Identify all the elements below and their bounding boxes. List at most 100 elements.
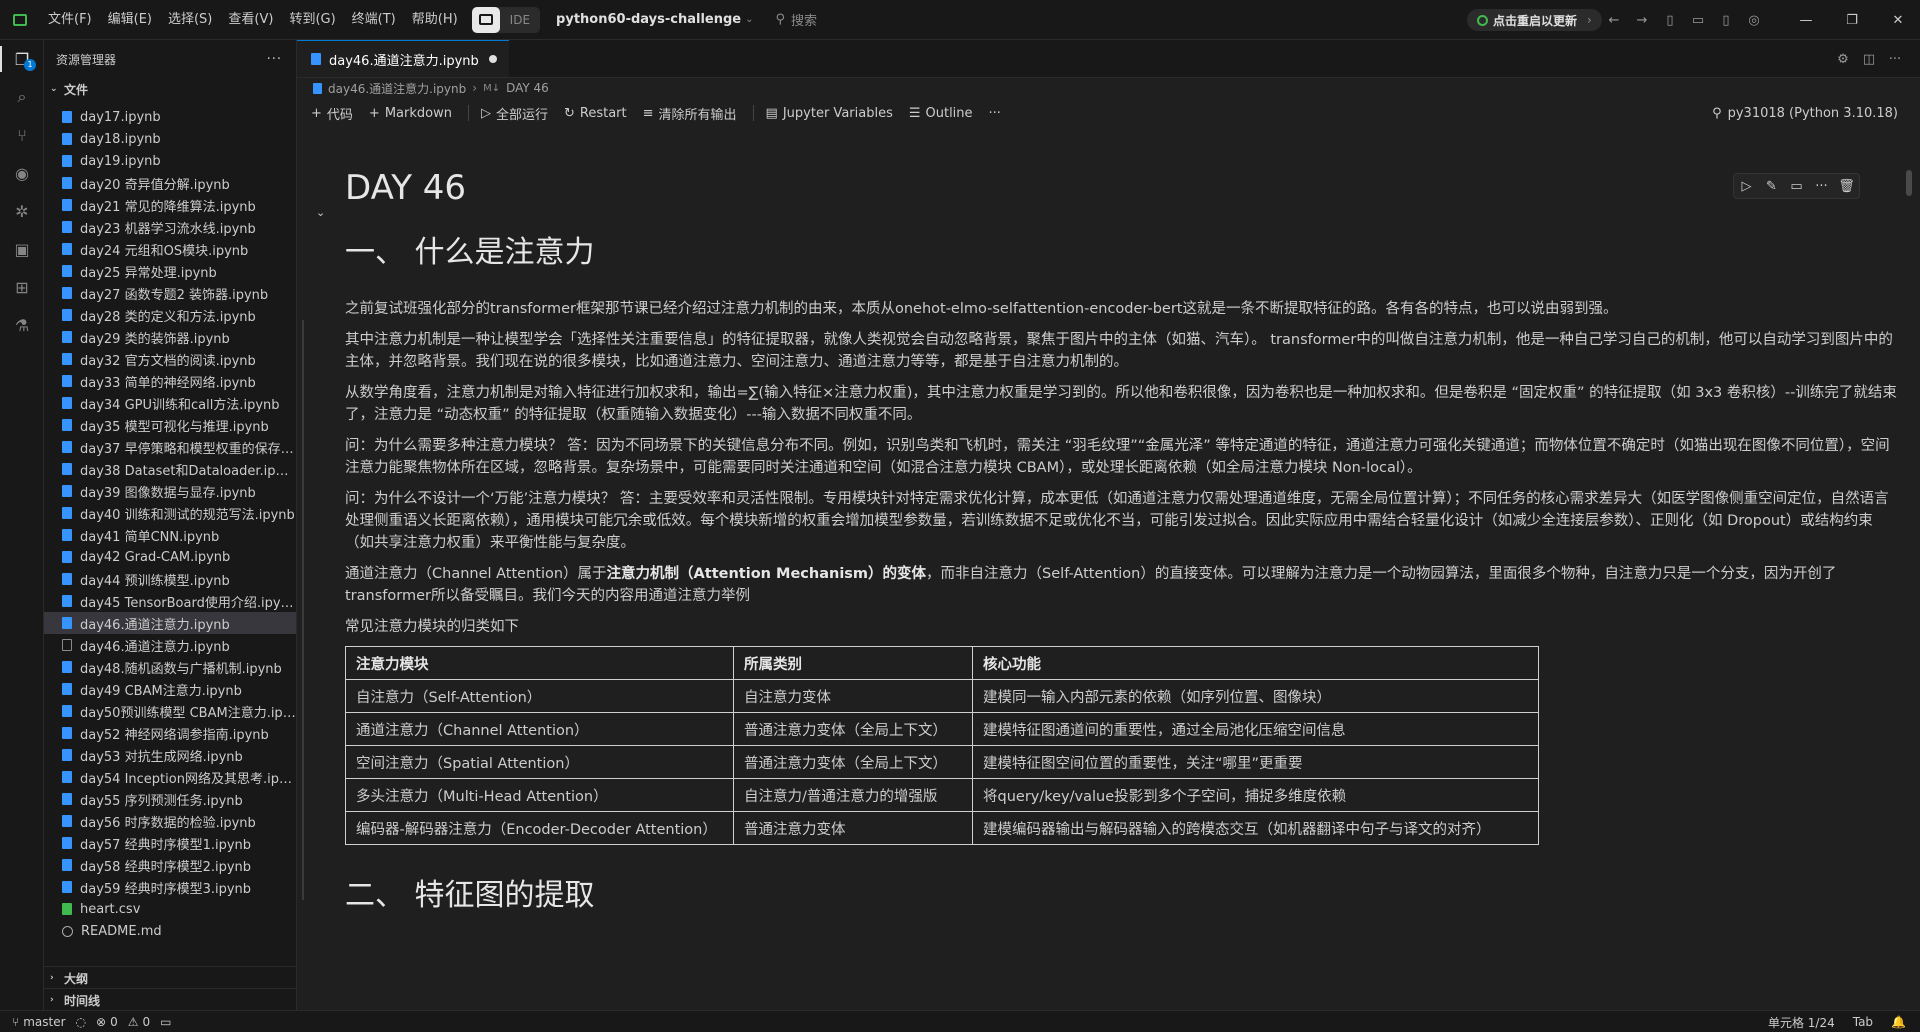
menu-terminal[interactable]: 终端(T)	[344, 7, 404, 33]
debug-icon[interactable]: ✲	[0, 192, 44, 230]
toggle-panel-icon[interactable]: ▭	[1684, 13, 1712, 28]
file-item[interactable]: day52 神经网络调参指南.ipynb	[44, 722, 296, 744]
file-item[interactable]: day18.ipynb	[44, 128, 296, 150]
breadcrumb-file[interactable]: day46.通道注意力.ipynb	[328, 80, 466, 97]
chevron-down-icon[interactable]: ⌄	[745, 14, 753, 25]
file-item[interactable]: day48.随机函数与广播机制.ipynb	[44, 656, 296, 678]
branch-name[interactable]: master	[23, 1015, 65, 1029]
testing-flask-icon[interactable]: ⚗	[0, 306, 44, 344]
close-icon[interactable]: ✕	[1875, 13, 1920, 28]
settings-gear-icon[interactable]: ⚙	[1830, 52, 1856, 67]
unsaved-dot-icon[interactable]	[488, 55, 497, 63]
menu-selection[interactable]: 选择(S)	[160, 7, 220, 33]
menu-view[interactable]: 查看(V)	[220, 7, 281, 33]
indentation[interactable]: Tab	[1853, 1015, 1873, 1029]
file-item[interactable]: README.md	[44, 920, 296, 942]
add-markdown-cell-button[interactable]: + Markdown	[369, 106, 452, 121]
file-item[interactable]: day17.ipynb	[44, 106, 296, 128]
toggle-secondary-sidebar-icon[interactable]: ▯	[1712, 13, 1740, 28]
add-code-cell-button[interactable]: + 代码	[311, 104, 353, 123]
notifications-bell-icon[interactable]: 🔔	[1891, 1015, 1906, 1029]
error-count[interactable]: 0	[110, 1015, 118, 1029]
file-item[interactable]: day56 时序数据的检验.ipynb	[44, 810, 296, 832]
table-body: 自注意力（Self-Attention） 自注意力变体 建模同一输入内部元素的依赖（…	[345, 679, 1539, 845]
file-item[interactable]: day32 官方文档的阅读.ipynb	[44, 348, 296, 370]
file-item[interactable]: day28 类的定义和方法.ipynb	[44, 304, 296, 326]
more-actions-icon[interactable]: ···	[1882, 52, 1908, 67]
split-editor-icon[interactable]: ◫	[1856, 52, 1882, 67]
explorer-icon[interactable]: ❐ 1	[0, 40, 44, 78]
collapse-cell-chevron-icon[interactable]: ⌄	[316, 206, 325, 219]
account-icon[interactable]: ◎	[1740, 13, 1768, 28]
ports-icon[interactable]: ▭	[160, 1015, 171, 1029]
scrollbar-thumb[interactable]	[1906, 170, 1912, 196]
file-item[interactable]: day59 经典时序模型3.ipynb	[44, 876, 296, 898]
file-item[interactable]: day19.ipynb	[44, 150, 296, 172]
restart-update-button[interactable]: 点击重启以更新 ›	[1467, 9, 1602, 31]
file-item[interactable]: day42 Grad-CAM.ipynb	[44, 546, 296, 568]
project-name[interactable]: python60-days-challenge	[556, 12, 741, 27]
file-item[interactable]: day45 TensorBoard使用介绍.ipynb	[44, 590, 296, 612]
menu-help[interactable]: 帮助(H)	[404, 7, 466, 33]
more-toolbar-button[interactable]: ···	[989, 106, 1001, 121]
command-search[interactable]: ⚲ 搜索	[775, 10, 817, 29]
file-item[interactable]: day23 机器学习流水线.ipynb	[44, 216, 296, 238]
markdown-cell[interactable]: DAY 46 一、 什么是注意力 之前复试班强化部分的transformer框架…	[345, 158, 1900, 921]
breadcrumb-section[interactable]: DAY 46	[506, 81, 549, 95]
file-item[interactable]: day55 序列预测任务.ipynb	[44, 788, 296, 810]
restart-kernel-button[interactable]: ↻ Restart	[564, 106, 627, 121]
menu-file[interactable]: 文件(F)	[40, 7, 100, 33]
kernel-picker[interactable]: ⚲ py31018 (Python 3.10.18)	[1712, 98, 1898, 128]
cell-position[interactable]: 单元格 1/24	[1768, 1014, 1835, 1031]
file-item[interactable]: day27 函数专题2 装饰器.ipynb	[44, 282, 296, 304]
search-view-icon[interactable]: ⌕	[0, 78, 44, 116]
more-actions-icon[interactable]: ···	[267, 52, 282, 67]
source-control-icon[interactable]: ⑂	[0, 116, 44, 154]
minimize-icon[interactable]: —	[1783, 13, 1829, 28]
file-item[interactable]: day40 训练和测试的规范写法.ipynb	[44, 502, 296, 524]
outline-section-header[interactable]: › 大纲	[44, 967, 296, 989]
file-item[interactable]: day46.通道注意力.ipynb	[44, 612, 296, 634]
file-item[interactable]: day34 GPU训练和call方法.ipynb	[44, 392, 296, 414]
file-item[interactable]: day25 异常处理.ipynb	[44, 260, 296, 282]
file-item[interactable]: day44 预训练模型.ipynb	[44, 568, 296, 590]
forward-arrow-icon[interactable]: →	[1628, 13, 1656, 28]
file-item[interactable]: day29 类的装饰器.ipynb	[44, 326, 296, 348]
editor-tab-active[interactable]: day46.通道注意力.ipynb	[297, 40, 509, 77]
file-item[interactable]: day41 简单CNN.ipynb	[44, 524, 296, 546]
warning-count[interactable]: 0	[142, 1015, 150, 1029]
jupyter-variables-button[interactable]: ▤ Jupyter Variables	[766, 106, 893, 121]
file-item[interactable]: day20 奇异值分解.ipynb	[44, 172, 296, 194]
clear-outputs-button[interactable]: ≡ 清除所有输出	[643, 104, 737, 123]
file-item[interactable]: day46.通道注意力.ipynb	[44, 634, 296, 656]
timeline-section-header[interactable]: › 时间线	[44, 989, 296, 1011]
ide-mode-toggle[interactable]: IDE	[471, 6, 541, 33]
file-item[interactable]: day58 经典时序模型2.ipynb	[44, 854, 296, 876]
file-item[interactable]: day24 元组和OS模块.ipynb	[44, 238, 296, 260]
outline-button[interactable]: ☰ Outline	[909, 106, 973, 121]
file-item[interactable]: day57 经典时序模型1.ipynb	[44, 832, 296, 854]
file-item[interactable]: day37 早停策略和模型权重的保存.ipynb	[44, 436, 296, 458]
sync-icon[interactable]: ◌	[76, 1015, 86, 1029]
restore-icon[interactable]: ❐	[1829, 13, 1875, 28]
file-item[interactable]: heart.csv	[44, 898, 296, 920]
file-item[interactable]: day38 Dataset和Dataloader.ipynb	[44, 458, 296, 480]
file-item[interactable]: day21 常见的降维算法.ipynb	[44, 194, 296, 216]
menu-go[interactable]: 转到(G)	[281, 7, 343, 33]
file-item[interactable]: day50预训练模型 CBAM注意力.ipynb	[44, 700, 296, 722]
file-item[interactable]: day54 Inception网络及其思考.ipynb	[44, 766, 296, 788]
file-item[interactable]: day39 图像数据与显存.ipynb	[44, 480, 296, 502]
preview-eye-icon[interactable]: ◉	[0, 154, 44, 192]
remote-explorer-icon[interactable]: ▣	[0, 230, 44, 268]
back-arrow-icon[interactable]: ←	[1600, 13, 1628, 28]
file-item[interactable]: day53 对抗生成网络.ipynb	[44, 744, 296, 766]
files-section-header[interactable]: ⌄ 文件	[44, 78, 296, 100]
menu-edit[interactable]: 编辑(E)	[100, 7, 160, 33]
file-item[interactable]: day49 CBAM注意力.ipynb	[44, 678, 296, 700]
file-item[interactable]: day35 模型可视化与推理.ipynb	[44, 414, 296, 436]
file-item[interactable]: day33 简单的神经网络.ipynb	[44, 370, 296, 392]
toggle-sidebar-icon[interactable]: ▯	[1656, 13, 1684, 28]
extensions-icon[interactable]: ⊞	[0, 268, 44, 306]
add-code-label: 代码	[326, 107, 353, 123]
run-all-button[interactable]: ▷ 全部运行	[481, 104, 548, 123]
